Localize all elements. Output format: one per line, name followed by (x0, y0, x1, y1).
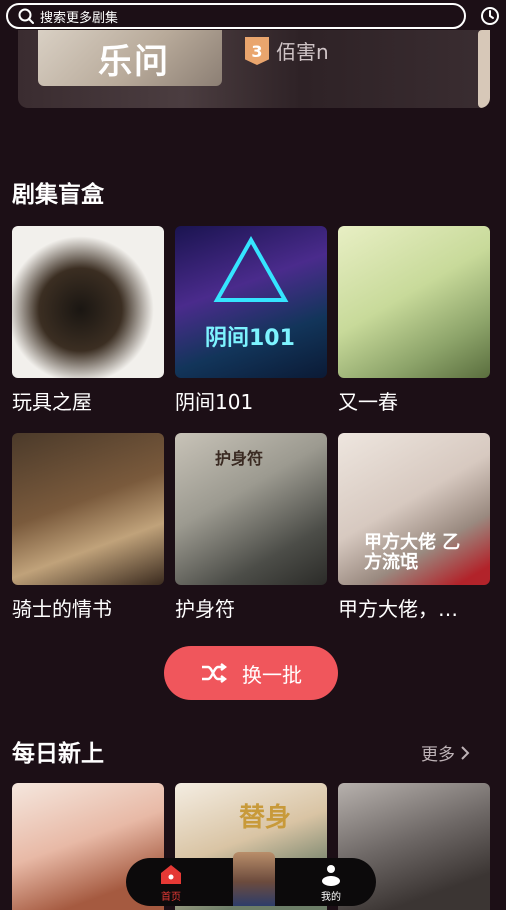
banner-next-cover (478, 30, 490, 108)
profile-icon (322, 865, 340, 886)
more-link[interactable]: 更多 (421, 740, 471, 765)
drama-title: 护身符 (175, 597, 235, 621)
drama-cover: 阴间101 (175, 226, 327, 378)
cover-overlay-text: 甲方大佬 乙方流氓 (364, 532, 461, 573)
drama-title: 骑士的情书 (12, 597, 112, 621)
shuffle-label: 换一批 (242, 662, 302, 687)
drama-card-4[interactable]: 骑士的情书 (12, 433, 164, 622)
featured-banner[interactable]: 乐问 3 佰害n (18, 30, 490, 108)
drama-card-6[interactable]: 甲方大佬 乙方流氓 甲方大佬，… (338, 433, 490, 622)
tab-profile[interactable]: 我的 (301, 858, 361, 906)
daily-new-title: 每日新上 (12, 741, 104, 767)
shuffle-button[interactable]: 换一批 (164, 646, 338, 700)
tab-home-label: 首页 (161, 892, 181, 903)
drama-cover (12, 226, 164, 378)
more-label: 更多 (421, 745, 455, 765)
banner-cover-text: 乐问 (98, 42, 170, 82)
avatar[interactable] (233, 852, 275, 906)
blind-box-title: 剧集盲盒 (12, 182, 104, 208)
drama-cover (12, 433, 164, 585)
cover-overlay-text: 阴间101 (205, 326, 295, 351)
drama-card-3[interactable]: 又一春 (338, 226, 490, 415)
drama-title: 甲方大佬，… (338, 597, 458, 621)
search-bar[interactable]: 搜索更多剧集 (6, 3, 466, 29)
drama-card-2[interactable]: 阴间101 阴间101 (175, 226, 327, 415)
drama-title: 玩具之屋 (12, 390, 92, 414)
banner-title: 佰害n (276, 40, 329, 64)
home-icon (161, 865, 181, 884)
search-icon (18, 8, 34, 24)
tab-home[interactable]: 首页 (141, 858, 201, 906)
shuffle-icon (202, 663, 227, 683)
drama-card-5[interactable]: 护身符 护身符 (175, 433, 327, 622)
drama-card-1[interactable]: 玩具之屋 (12, 226, 164, 415)
drama-cover: 甲方大佬 乙方流氓 (338, 433, 490, 585)
tab-profile-label: 我的 (321, 892, 341, 903)
drama-title: 又一春 (338, 390, 398, 414)
chevron-right-icon (461, 745, 470, 760)
search-placeholder: 搜索更多剧集 (40, 10, 119, 26)
clock-icon[interactable] (480, 6, 500, 26)
drama-title: 阴间101 (175, 390, 254, 414)
cover-overlay-text: 替身 (239, 803, 292, 833)
drama-cover: 护身符 (175, 433, 327, 585)
cover-overlay-text: 护身符 (215, 449, 264, 468)
rank-badge: 3 (245, 37, 269, 65)
banner-cover: 乐问 (38, 30, 222, 86)
drama-cover (338, 226, 490, 378)
